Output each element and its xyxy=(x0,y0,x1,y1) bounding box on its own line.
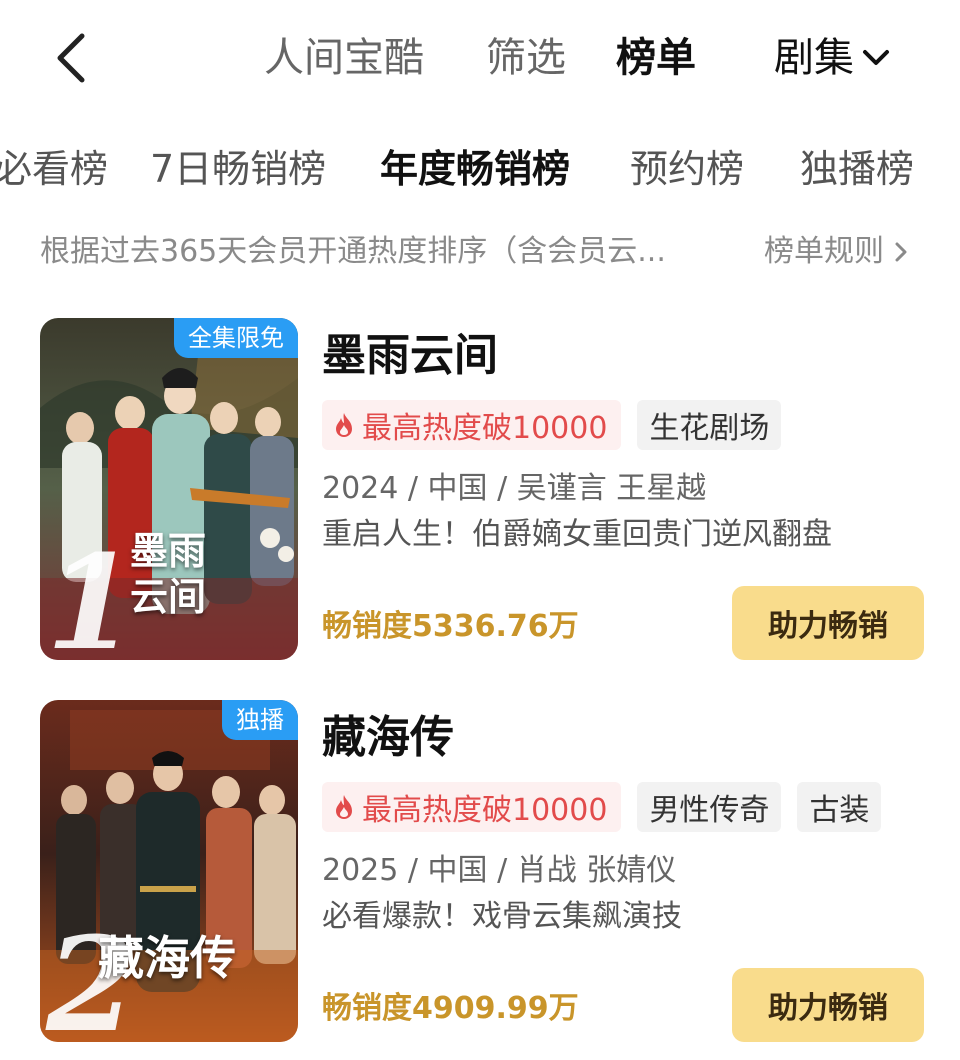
show-title[interactable]: 藏海传 xyxy=(322,708,454,768)
subtab-reservation[interactable]: 预约榜 xyxy=(630,144,744,194)
ranking-card[interactable]: 独播 2 藏海传 藏海传 最高热度破10000 男性传奇 古装 2025 / 中… xyxy=(0,700,960,1050)
rules-label: 榜单规则 xyxy=(764,234,884,269)
category-dropdown[interactable]: 剧集 xyxy=(774,32,892,84)
show-blurb: 必看爆款！戏骨云集飙演技 xyxy=(322,899,682,934)
show-title[interactable]: 墨雨云间 xyxy=(322,326,498,386)
show-blurb: 重启人生！伯爵嫡女重回贵门逆风翻盘 xyxy=(322,517,832,552)
poster-title-text: 藏海传 xyxy=(98,931,236,985)
sales-score: 畅销度4909.99万 xyxy=(322,991,579,1026)
heat-tag: 最高热度破10000 xyxy=(322,782,622,832)
heat-tag: 最高热度破10000 xyxy=(322,400,622,450)
flame-icon xyxy=(336,413,352,437)
sales-score: 畅销度5336.76万 xyxy=(322,609,579,644)
genre-tag: 生花剧场 xyxy=(637,400,782,450)
ranking-card[interactable]: 全集限免 1 墨雨云间 墨雨云间 最高热度破10000 生花剧场 2024 / … xyxy=(0,318,960,668)
heat-label: 最高热度破10000 xyxy=(362,411,608,446)
show-meta: 2025 / 中国 / 肖战 张婧仪 xyxy=(322,853,677,888)
boost-sales-button[interactable]: 助力畅销 xyxy=(732,586,924,660)
category-label: 剧集 xyxy=(774,35,854,81)
subtab-must-watch[interactable]: 必看榜 xyxy=(0,144,108,194)
poster-image[interactable]: 全集限免 1 墨雨云间 xyxy=(40,318,298,660)
subtab-7day-bestseller[interactable]: 7日畅销榜 xyxy=(150,144,326,194)
show-meta: 2024 / 中国 / 吴谨言 王星越 xyxy=(322,471,707,506)
tab-filter[interactable]: 筛选 xyxy=(486,32,566,84)
poster-image[interactable]: 独播 2 藏海传 xyxy=(40,700,298,1042)
flame-icon xyxy=(336,795,352,819)
chevron-left-icon xyxy=(57,33,85,83)
back-button[interactable] xyxy=(52,30,92,86)
rules-link[interactable]: 榜单规则 xyxy=(764,232,910,272)
heat-label: 最高热度破10000 xyxy=(362,793,608,828)
ranking-description: 根据过去365天会员开通热度排序（含会员云... xyxy=(40,234,666,269)
boost-sales-button[interactable]: 助力畅销 xyxy=(732,968,924,1042)
subtab-exclusive[interactable]: 独播榜 xyxy=(800,144,914,194)
tag-row: 最高热度破10000 生花剧场 xyxy=(322,400,782,450)
tab-renjian-baoku[interactable]: 人间宝酷 xyxy=(264,32,424,84)
poster-badge: 全集限免 xyxy=(174,318,298,358)
subtab-annual-bestseller[interactable]: 年度畅销榜 xyxy=(380,144,570,194)
tag-row: 最高热度破10000 男性传奇 古装 xyxy=(322,782,882,832)
chevron-right-icon xyxy=(895,242,907,262)
genre-tag: 古装 xyxy=(797,782,882,832)
poster-title-text: 墨雨云间 xyxy=(130,528,207,619)
tab-rankings[interactable]: 榜单 xyxy=(616,32,696,84)
genre-tag: 男性传奇 xyxy=(637,782,782,832)
chevron-down-icon xyxy=(863,50,889,65)
rank-number: 1 xyxy=(46,526,137,661)
poster-badge: 独播 xyxy=(222,700,298,740)
